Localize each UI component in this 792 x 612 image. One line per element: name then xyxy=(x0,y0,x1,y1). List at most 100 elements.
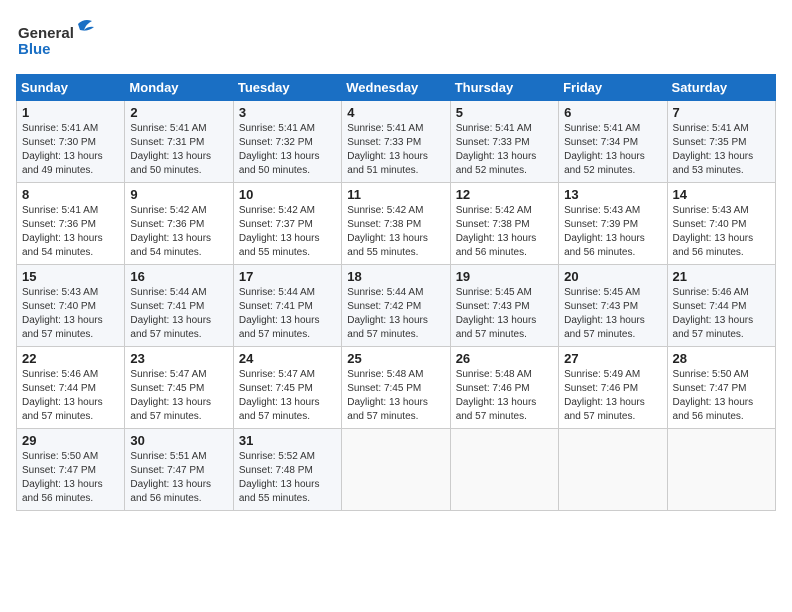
day-info: Sunrise: 5:47 AMSunset: 7:45 PMDaylight:… xyxy=(130,368,227,424)
day-number: 31 xyxy=(239,433,336,448)
day-number: 12 xyxy=(456,187,553,202)
day-number: 11 xyxy=(347,187,444,202)
day-info: Sunrise: 5:43 AMSunset: 7:40 PMDaylight:… xyxy=(22,286,119,342)
svg-text:Blue: Blue xyxy=(18,41,51,58)
calendar-day-cell: 2 Sunrise: 5:41 AMSunset: 7:31 PMDaylight… xyxy=(125,101,233,183)
calendar-day-cell: 26Sunrise: 5:48 AMSunset: 7:46 PMDayligh… xyxy=(450,347,558,429)
day-info: Sunrise: 5:47 AMSunset: 7:45 PMDaylight:… xyxy=(239,368,336,424)
calendar-day-cell: 13Sunrise: 5:43 AMSunset: 7:39 PMDayligh… xyxy=(559,183,667,265)
calendar-day-cell: 19 Sunrise: 5:45 AMSunset: 7:43 PMDayligh… xyxy=(450,265,558,347)
calendar-day-cell: 7 Sunrise: 5:41 AMSunset: 7:35 PMDaylight… xyxy=(667,101,775,183)
day-number: 14 xyxy=(673,187,770,202)
day-number: 15 xyxy=(22,269,119,284)
day-number: 10 xyxy=(239,187,336,202)
calendar-week-5: 29Sunrise: 5:50 AMSunset: 7:47 PMDayligh… xyxy=(17,429,776,511)
calendar-day-cell: 20 Sunrise: 5:45 AMSunset: 7:43 PMDayligh… xyxy=(559,265,667,347)
day-number: 6 xyxy=(564,105,661,120)
day-number: 25 xyxy=(347,351,444,366)
calendar-week-3: 15 Sunrise: 5:43 AMSunset: 7:40 PMDayligh… xyxy=(17,265,776,347)
day-number: 24 xyxy=(239,351,336,366)
calendar-day-cell xyxy=(559,429,667,511)
day-info: Sunrise: 5:42 AMSunset: 7:38 PMDaylight:… xyxy=(347,204,444,260)
day-number: 20 xyxy=(564,269,661,284)
logo-svg: General Blue xyxy=(16,16,96,66)
weekday-header-monday: Monday xyxy=(125,75,233,101)
calendar-day-cell: 24 Sunrise: 5:47 AMSunset: 7:45 PMDayligh… xyxy=(233,347,341,429)
calendar-day-cell: 29Sunrise: 5:50 AMSunset: 7:47 PMDayligh… xyxy=(17,429,125,511)
day-number: 18 xyxy=(347,269,444,284)
day-info: Sunrise: 5:44 AMSunset: 7:41 PMDaylight:… xyxy=(130,286,227,342)
day-number: 5 xyxy=(456,105,553,120)
day-number: 17 xyxy=(239,269,336,284)
calendar-day-cell: 12 Sunrise: 5:42 AMSunset: 7:38 PMDayligh… xyxy=(450,183,558,265)
weekday-header-row: SundayMondayTuesdayWednesdayThursdayFrid… xyxy=(17,75,776,101)
calendar-body: 1Sunrise: 5:41 AMSunset: 7:30 PMDaylight… xyxy=(17,101,776,511)
day-number: 27 xyxy=(564,351,661,366)
day-number: 16 xyxy=(130,269,227,284)
day-info: Sunrise: 5:41 AMSunset: 7:32 PMDaylight:… xyxy=(239,122,336,178)
day-info: Sunrise: 5:44 AMSunset: 7:42 PMDaylight:… xyxy=(347,286,444,342)
calendar-day-cell xyxy=(450,429,558,511)
calendar-day-cell: 22Sunrise: 5:46 AMSunset: 7:44 PMDayligh… xyxy=(17,347,125,429)
calendar-day-cell: 3 Sunrise: 5:41 AMSunset: 7:32 PMDaylight… xyxy=(233,101,341,183)
day-info: Sunrise: 5:42 AMSunset: 7:38 PMDaylight:… xyxy=(456,204,553,260)
svg-text:General: General xyxy=(18,25,74,42)
calendar-day-cell: 15 Sunrise: 5:43 AMSunset: 7:40 PMDayligh… xyxy=(17,265,125,347)
day-number: 30 xyxy=(130,433,227,448)
calendar-week-1: 1Sunrise: 5:41 AMSunset: 7:30 PMDaylight… xyxy=(17,101,776,183)
day-info: Sunrise: 5:42 AMSunset: 7:36 PMDaylight:… xyxy=(130,204,227,260)
day-info: Sunrise: 5:41 AMSunset: 7:30 PMDaylight:… xyxy=(22,122,119,178)
day-info: Sunrise: 5:46 AMSunset: 7:44 PMDaylight:… xyxy=(673,286,770,342)
calendar-day-cell xyxy=(667,429,775,511)
logo: General Blue xyxy=(16,16,96,66)
day-number: 29 xyxy=(22,433,119,448)
calendar-day-cell: 17 Sunrise: 5:44 AMSunset: 7:41 PMDayligh… xyxy=(233,265,341,347)
page-header: General Blue xyxy=(16,16,776,66)
calendar-day-cell: 1Sunrise: 5:41 AMSunset: 7:30 PMDaylight… xyxy=(17,101,125,183)
day-info: Sunrise: 5:41 AMSunset: 7:36 PMDaylight:… xyxy=(22,204,119,260)
calendar-day-cell: 27 Sunrise: 5:49 AMSunset: 7:46 PMDayligh… xyxy=(559,347,667,429)
calendar-day-cell xyxy=(342,429,450,511)
day-info: Sunrise: 5:46 AMSunset: 7:44 PMDaylight:… xyxy=(22,368,119,424)
calendar-day-cell: 8 Sunrise: 5:41 AMSunset: 7:36 PMDaylight… xyxy=(17,183,125,265)
day-info: Sunrise: 5:41 AMSunset: 7:31 PMDaylight:… xyxy=(130,122,227,178)
day-info: Sunrise: 5:45 AMSunset: 7:43 PMDaylight:… xyxy=(564,286,661,342)
calendar-day-cell: 4Sunrise: 5:41 AMSunset: 7:33 PMDaylight… xyxy=(342,101,450,183)
day-number: 26 xyxy=(456,351,553,366)
day-number: 8 xyxy=(22,187,119,202)
calendar-day-cell: 5 Sunrise: 5:41 AMSunset: 7:33 PMDaylight… xyxy=(450,101,558,183)
calendar-day-cell: 16 Sunrise: 5:44 AMSunset: 7:41 PMDayligh… xyxy=(125,265,233,347)
day-info: Sunrise: 5:41 AMSunset: 7:33 PMDaylight:… xyxy=(456,122,553,178)
weekday-header-wednesday: Wednesday xyxy=(342,75,450,101)
day-info: Sunrise: 5:51 AMSunset: 7:47 PMDaylight:… xyxy=(130,450,227,506)
weekday-header-friday: Friday xyxy=(559,75,667,101)
day-info: Sunrise: 5:52 AMSunset: 7:48 PMDaylight:… xyxy=(239,450,336,506)
day-info: Sunrise: 5:43 AMSunset: 7:39 PMDaylight:… xyxy=(564,204,661,260)
calendar-day-cell: 10 Sunrise: 5:42 AMSunset: 7:37 PMDayligh… xyxy=(233,183,341,265)
day-info: Sunrise: 5:45 AMSunset: 7:43 PMDaylight:… xyxy=(456,286,553,342)
calendar-day-cell: 11 Sunrise: 5:42 AMSunset: 7:38 PMDayligh… xyxy=(342,183,450,265)
day-number: 9 xyxy=(130,187,227,202)
day-number: 7 xyxy=(673,105,770,120)
weekday-header-saturday: Saturday xyxy=(667,75,775,101)
day-info: Sunrise: 5:41 AMSunset: 7:35 PMDaylight:… xyxy=(673,122,770,178)
calendar-week-2: 8 Sunrise: 5:41 AMSunset: 7:36 PMDaylight… xyxy=(17,183,776,265)
calendar-day-cell: 25Sunrise: 5:48 AMSunset: 7:45 PMDayligh… xyxy=(342,347,450,429)
day-info: Sunrise: 5:49 AMSunset: 7:46 PMDaylight:… xyxy=(564,368,661,424)
day-info: Sunrise: 5:41 AMSunset: 7:33 PMDaylight:… xyxy=(347,122,444,178)
day-info: Sunrise: 5:50 AMSunset: 7:47 PMDaylight:… xyxy=(673,368,770,424)
calendar-day-cell: 30 Sunrise: 5:51 AMSunset: 7:47 PMDayligh… xyxy=(125,429,233,511)
day-number: 2 xyxy=(130,105,227,120)
day-info: Sunrise: 5:42 AMSunset: 7:37 PMDaylight:… xyxy=(239,204,336,260)
day-info: Sunrise: 5:43 AMSunset: 7:40 PMDaylight:… xyxy=(673,204,770,260)
calendar-day-cell: 6Sunrise: 5:41 AMSunset: 7:34 PMDaylight… xyxy=(559,101,667,183)
day-number: 19 xyxy=(456,269,553,284)
calendar-day-cell: 21Sunrise: 5:46 AMSunset: 7:44 PMDayligh… xyxy=(667,265,775,347)
calendar-day-cell: 9 Sunrise: 5:42 AMSunset: 7:36 PMDaylight… xyxy=(125,183,233,265)
calendar-table: SundayMondayTuesdayWednesdayThursdayFrid… xyxy=(16,74,776,511)
day-info: Sunrise: 5:44 AMSunset: 7:41 PMDaylight:… xyxy=(239,286,336,342)
calendar-day-cell: 31 Sunrise: 5:52 AMSunset: 7:48 PMDayligh… xyxy=(233,429,341,511)
calendar-day-cell: 28Sunrise: 5:50 AMSunset: 7:47 PMDayligh… xyxy=(667,347,775,429)
calendar-day-cell: 23Sunrise: 5:47 AMSunset: 7:45 PMDayligh… xyxy=(125,347,233,429)
day-number: 3 xyxy=(239,105,336,120)
